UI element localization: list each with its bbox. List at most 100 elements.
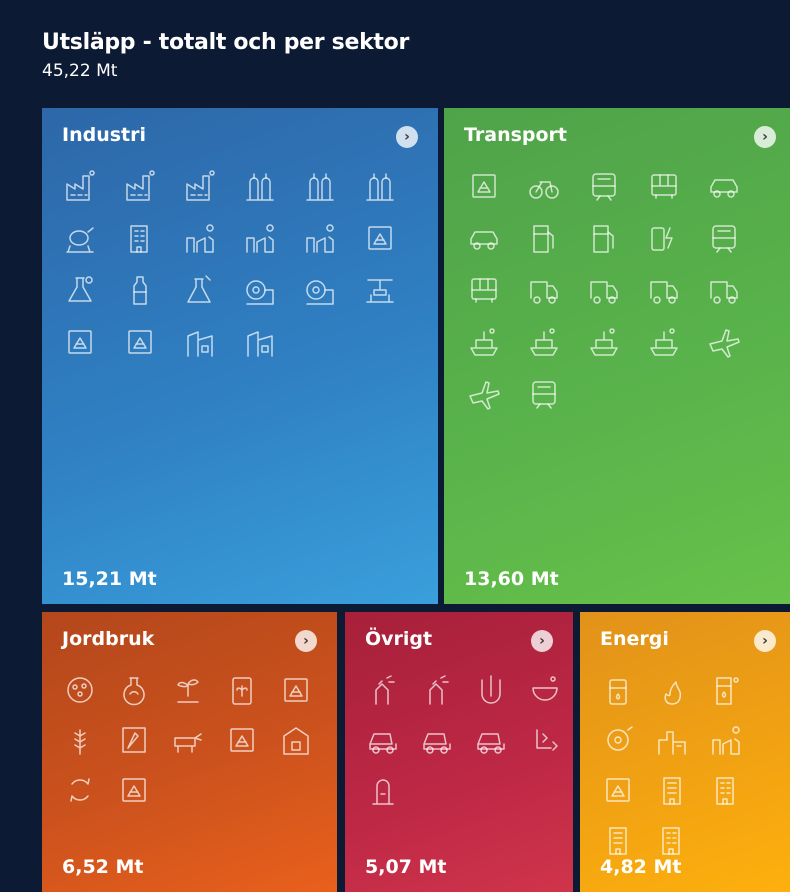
- lab-flask-icon: [62, 272, 98, 308]
- dump-truck-icon: [419, 722, 455, 758]
- office-building-icon: [600, 822, 636, 858]
- ship-icon: [466, 324, 502, 360]
- building-icon: [122, 220, 158, 256]
- greenhouse-icon: [278, 722, 314, 758]
- truck-icon: [706, 272, 742, 308]
- ship-icon: [586, 324, 622, 360]
- chemical-plant-icon: [302, 220, 338, 256]
- chevron-right-icon[interactable]: ›: [396, 126, 418, 148]
- emission-box-icon: [116, 772, 152, 808]
- emission-box-icon: [278, 672, 314, 708]
- chevron-right-icon[interactable]: ›: [295, 630, 317, 652]
- building-icon: [708, 772, 744, 808]
- fertilizer-icon: [62, 672, 98, 708]
- turbine-icon: [600, 722, 636, 758]
- chevron-right-icon[interactable]: ›: [531, 630, 553, 652]
- total-emissions: 45,22 Mt: [42, 61, 118, 81]
- truck-icon: [646, 272, 682, 308]
- sector-value: 13,60 Mt: [464, 568, 559, 590]
- chemical-flask-icon: [182, 272, 218, 308]
- emission-box-icon: [362, 220, 398, 256]
- train-icon: [526, 376, 562, 412]
- sector-icon-grid: [600, 672, 790, 872]
- sprout-icon: [170, 672, 206, 708]
- truck-icon: [526, 272, 562, 308]
- cement-mixer-icon: [62, 220, 98, 256]
- sector-icon-grid: [466, 168, 786, 428]
- flame-icon: [654, 672, 690, 708]
- sector-name: Transport: [464, 124, 568, 146]
- emission-box-icon: [224, 722, 260, 758]
- chemical-plant-icon: [182, 220, 218, 256]
- waste-process-icon: [527, 722, 563, 758]
- building-icon: [654, 822, 690, 858]
- train-icon: [586, 168, 622, 204]
- gas-tank-icon: [242, 168, 278, 204]
- spray-can-icon: [419, 672, 455, 708]
- factory-icon: [122, 168, 158, 204]
- compost-icon: [62, 772, 98, 808]
- seed-bag-icon: [224, 672, 260, 708]
- ship-icon: [526, 324, 562, 360]
- fuel-icon: [586, 220, 622, 256]
- emission-box-icon: [122, 324, 158, 360]
- bicycle-icon: [526, 168, 562, 204]
- sector-tile-jordbruk[interactable]: Jordbruk › 6,52 Mt: [42, 612, 337, 892]
- cow-icon: [170, 722, 206, 758]
- fuel-icon: [526, 220, 562, 256]
- paper-roll-icon: [242, 272, 278, 308]
- spray-can-icon: [365, 672, 401, 708]
- sector-value: 15,21 Mt: [62, 568, 157, 590]
- sector-tile-industri[interactable]: Industri › 15,21 Mt: [42, 108, 438, 604]
- sector-icon-grid: [62, 672, 352, 822]
- gas-tank-icon: [362, 168, 398, 204]
- page-title: Utsläpp - totalt och per sektor: [42, 30, 409, 55]
- chevron-right-icon[interactable]: ›: [754, 126, 776, 148]
- chemical-plant-icon: [708, 722, 744, 758]
- airplane-icon: [706, 324, 742, 360]
- train-icon: [706, 220, 742, 256]
- sector-tile-transport[interactable]: Transport › 13,60 Mt: [444, 108, 790, 604]
- paper-roll-icon: [302, 272, 338, 308]
- emission-box-icon: [466, 168, 502, 204]
- chevron-right-icon[interactable]: ›: [754, 630, 776, 652]
- grain-icon: [62, 722, 98, 758]
- sector-value: 6,52 Mt: [62, 856, 144, 878]
- factory-icon: [62, 168, 98, 204]
- sector-value: 4,82 Mt: [600, 856, 682, 878]
- dump-truck-icon: [365, 722, 401, 758]
- bowl-icon: [527, 672, 563, 708]
- machine-icon: [365, 772, 401, 808]
- sector-name: Energi: [600, 628, 669, 650]
- fuel-pump-icon: [708, 672, 744, 708]
- airplane-icon: [466, 376, 502, 412]
- sector-name: Jordbruk: [62, 628, 155, 650]
- car-icon: [706, 168, 742, 204]
- sector-tile-ovrigt[interactable]: Övrigt › 5,07 Mt: [345, 612, 573, 892]
- waste-water-icon: [473, 672, 509, 708]
- power-plant-icon: [654, 722, 690, 758]
- ship-icon: [646, 324, 682, 360]
- car-icon: [466, 220, 502, 256]
- sector-name: Industri: [62, 124, 146, 146]
- warehouse-icon: [182, 324, 218, 360]
- emission-box-icon: [600, 772, 636, 808]
- bottle-icon: [122, 272, 158, 308]
- press-icon: [362, 272, 398, 308]
- sector-icon-grid: [62, 168, 442, 376]
- bus-icon: [646, 168, 682, 204]
- office-building-icon: [654, 772, 690, 808]
- warehouse-icon: [242, 324, 278, 360]
- sector-value: 5,07 Mt: [365, 856, 447, 878]
- sector-icon-grid: [365, 672, 585, 822]
- truck-icon: [586, 272, 622, 308]
- carrot-icon: [116, 722, 152, 758]
- chart-header: Utsläpp - totalt och per sektor 45,22 Mt: [42, 28, 409, 82]
- chemical-plant-icon: [242, 220, 278, 256]
- sector-name: Övrigt: [365, 628, 433, 650]
- gas-tank-icon: [302, 168, 338, 204]
- sector-tile-energi[interactable]: Energi › 4,82 Mt: [580, 612, 790, 892]
- electric-car-icon: [646, 220, 682, 256]
- dump-truck-icon: [473, 722, 509, 758]
- bus-icon: [466, 272, 502, 308]
